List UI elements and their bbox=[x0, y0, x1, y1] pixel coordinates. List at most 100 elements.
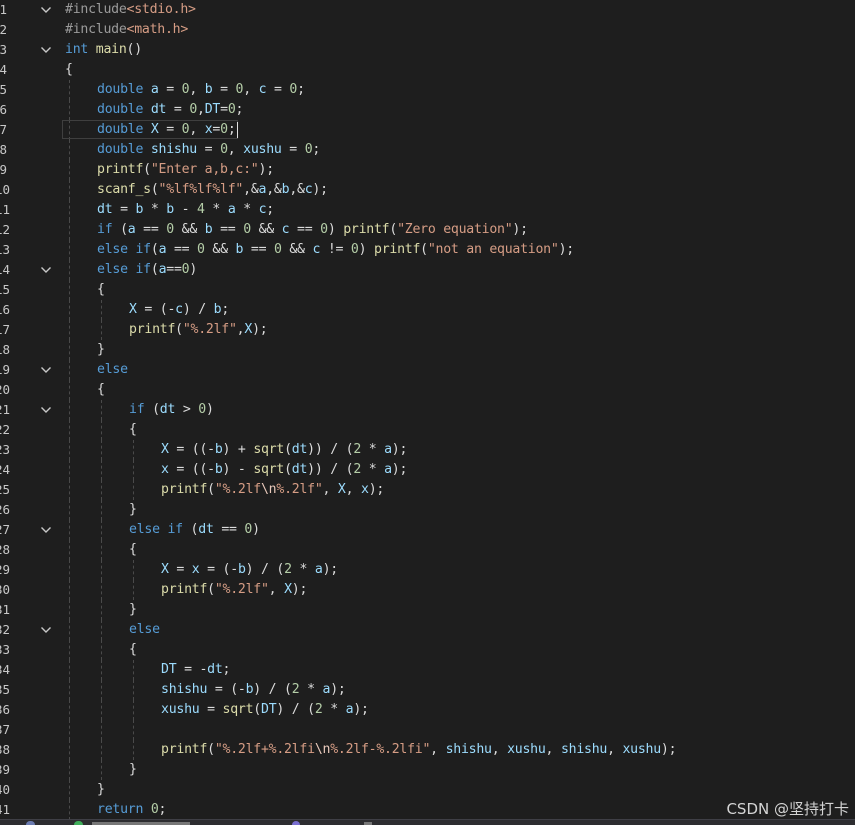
line-number: 14 bbox=[0, 262, 11, 277]
code-token: ; bbox=[297, 82, 305, 97]
fold-collapse-icon[interactable] bbox=[40, 406, 52, 414]
code-line[interactable]: 35 shishu = (-b) / (2 * a); bbox=[0, 680, 855, 700]
code-line[interactable]: 22 { bbox=[0, 420, 855, 440]
code-line[interactable]: 8 double shishu = 0, xushu = 0; bbox=[0, 140, 855, 160]
code-line[interactable]: 7 double X = 0, x=0; bbox=[0, 120, 855, 140]
code-line[interactable]: 13 else if(a == 0 && b == 0 && c != 0) pr… bbox=[0, 240, 855, 260]
indent-guide bbox=[101, 520, 102, 540]
code-line[interactable]: 16 X = (-c) / b; bbox=[0, 300, 855, 320]
code-line[interactable]: 31} bbox=[0, 600, 855, 620]
code-token: dt bbox=[159, 402, 176, 417]
indent-guide bbox=[69, 280, 70, 300]
code-token: } bbox=[129, 502, 137, 517]
line-number: 38 bbox=[0, 742, 11, 757]
code-line[interactable]: 4{ bbox=[0, 60, 855, 80]
indent-guide bbox=[69, 360, 70, 380]
code-token: shishu bbox=[150, 142, 197, 157]
code-text: printf("Enter a,b,c:"); bbox=[97, 161, 274, 179]
code-token: sqrt bbox=[253, 442, 285, 457]
code-line[interactable]: 28 { bbox=[0, 540, 855, 560]
code-token: = (- bbox=[199, 562, 238, 577]
code-line[interactable]: 23 X = ((-b) + sqrt(dt)) / (2 * a); bbox=[0, 440, 855, 460]
code-token: = - bbox=[176, 662, 208, 677]
code-token: printf bbox=[161, 582, 208, 597]
line-number: 13 bbox=[0, 242, 11, 257]
code-line[interactable]: 40} bbox=[0, 780, 855, 800]
code-token: * bbox=[291, 562, 315, 577]
code-line[interactable]: 18} bbox=[0, 340, 855, 360]
code-text: xushu = sqrt(DT) / (2 * a); bbox=[161, 701, 369, 719]
code-line[interactable]: 33 { bbox=[0, 640, 855, 660]
code-text: printf("%.2lf\n%.2lf", X, x); bbox=[161, 481, 384, 499]
code-token: if bbox=[135, 242, 151, 257]
code-line[interactable]: 37 bbox=[0, 720, 855, 740]
fold-collapse-icon[interactable] bbox=[40, 266, 52, 274]
code-text: double dt = 0,DT=0; bbox=[97, 101, 243, 119]
code-token: { bbox=[129, 642, 137, 657]
code-line[interactable]: 29 X = x = (-b) / (2 * a); bbox=[0, 560, 855, 580]
code-line[interactable]: 26} bbox=[0, 500, 855, 520]
code-token: int bbox=[65, 42, 89, 57]
line-number: 9 bbox=[0, 162, 7, 177]
code-line[interactable]: 25 printf("%.2lf\n%.2lf", X, x); bbox=[0, 480, 855, 500]
code-line[interactable]: 34 DT = -dt; bbox=[0, 660, 855, 680]
code-token: X bbox=[244, 322, 253, 337]
code-line[interactable]: 21 if (dt > 0) bbox=[0, 400, 855, 420]
code-token: else bbox=[97, 262, 128, 277]
code-token: %.2lf-%.2lfi" bbox=[330, 742, 431, 757]
fold-collapse-icon[interactable] bbox=[40, 626, 52, 634]
code-token: ( bbox=[253, 702, 261, 717]
code-line[interactable]: 32 else bbox=[0, 620, 855, 640]
code-token: printf bbox=[374, 242, 421, 257]
line-number: 40 bbox=[0, 782, 11, 797]
indent-guide bbox=[69, 600, 70, 620]
code-line[interactable]: 1 #include<stdio.h> bbox=[0, 0, 855, 20]
code-text: int main() bbox=[65, 41, 142, 59]
code-token: \n bbox=[314, 742, 331, 757]
fold-collapse-icon[interactable] bbox=[40, 46, 52, 54]
code-line[interactable]: 36 xushu = sqrt(DT) / (2 * a); bbox=[0, 700, 855, 720]
code-line[interactable]: 2 #include<math.h> bbox=[0, 20, 855, 40]
code-line[interactable]: 3 int main() bbox=[0, 40, 855, 60]
code-line[interactable]: 30 printf("%.2lf", X); bbox=[0, 580, 855, 600]
indent-guide bbox=[101, 680, 102, 700]
line-number: 12 bbox=[0, 222, 11, 237]
fold-collapse-icon[interactable] bbox=[40, 6, 52, 14]
code-token: , bbox=[491, 742, 508, 757]
line-number: 30 bbox=[0, 582, 11, 597]
code-token: xushu bbox=[243, 142, 282, 157]
code-text: printf("%.2lf", X); bbox=[161, 581, 307, 599]
indent-guide bbox=[101, 560, 102, 580]
fold-collapse-icon[interactable] bbox=[40, 366, 52, 374]
code-line[interactable]: 17 printf("%.2lf",X); bbox=[0, 320, 855, 340]
code-line[interactable]: 19 else bbox=[0, 360, 855, 380]
code-line[interactable]: 11 dt = b * b - 4 * a * c; bbox=[0, 200, 855, 220]
status-indicator-icon bbox=[74, 821, 83, 825]
code-token: DT bbox=[161, 662, 177, 677]
status-indicator-icon bbox=[292, 821, 300, 825]
code-line[interactable]: 38 printf("%.2lf+%.2lfi\n%.2lf-%.2lfi", s… bbox=[0, 740, 855, 760]
code-token: && bbox=[250, 222, 282, 237]
code-line[interactable]: 39} bbox=[0, 760, 855, 780]
code-token: , bbox=[268, 582, 285, 597]
line-number: 17 bbox=[0, 322, 11, 337]
code-token: ( bbox=[143, 162, 151, 177]
code-line[interactable]: 27 else if (dt == 0) bbox=[0, 520, 855, 540]
code-line[interactable]: 5 double a = 0, b = 0, c = 0; bbox=[0, 80, 855, 100]
code-line[interactable]: 6 double dt = 0,DT=0; bbox=[0, 100, 855, 120]
code-token: 0 bbox=[198, 402, 206, 417]
code-line[interactable]: 20 { bbox=[0, 380, 855, 400]
code-line[interactable]: 24 x = ((-b) - sqrt(dt)) / (2 * a); bbox=[0, 460, 855, 480]
code-token: else bbox=[97, 362, 128, 377]
code-line[interactable]: 14 else if(a==0) bbox=[0, 260, 855, 280]
code-token: return bbox=[97, 802, 144, 817]
code-line[interactable]: 10 scanf_s("%lf%lf%lf",&a,&b,&c); bbox=[0, 180, 855, 200]
code-token: ); bbox=[368, 482, 385, 497]
indent-guide bbox=[101, 580, 102, 600]
code-line[interactable]: 15 { bbox=[0, 280, 855, 300]
fold-collapse-icon[interactable] bbox=[40, 526, 52, 534]
code-editor[interactable]: 1 #include<stdio.h> 2 #include<math.h> 3 int … bbox=[0, 0, 855, 820]
code-line[interactable]: 12 if (a == 0 && b == 0 && c == 0) printf… bbox=[0, 220, 855, 240]
code-token: ); bbox=[322, 562, 339, 577]
code-line[interactable]: 9 printf("Enter a,b,c:"); bbox=[0, 160, 855, 180]
